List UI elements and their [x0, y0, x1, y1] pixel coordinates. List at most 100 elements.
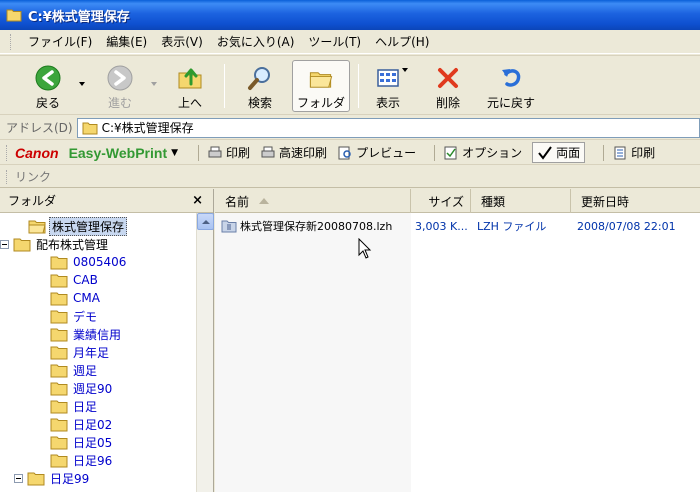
- tree-item[interactable]: 日足05: [50, 433, 114, 451]
- undo-label: 元に戻す: [486, 96, 535, 110]
- close-icon[interactable]: ×: [192, 193, 203, 208]
- column-header-type[interactable]: 種類: [471, 189, 571, 213]
- menu-help[interactable]: ヘルプ(H): [368, 33, 436, 50]
- address-label: アドレス(D): [6, 121, 73, 135]
- tree-item-label: 週足90: [73, 381, 113, 396]
- folder-icon: [50, 310, 68, 323]
- title-bar: C:¥株式管理保存: [0, 0, 700, 30]
- links-bar: リンク: [0, 166, 700, 188]
- print-settings-label: 印刷: [631, 146, 656, 160]
- forward-dropdown-arrow[interactable]: [151, 82, 157, 86]
- file-row[interactable]: 株式管理保存新20080708.lzh 3,003 K... LZH ファイル …: [215, 217, 700, 235]
- up-label: 上へ: [177, 96, 202, 110]
- folder-icon: [50, 274, 68, 287]
- tree-item[interactable]: CMA: [50, 289, 102, 307]
- column-header-size[interactable]: サイズ: [411, 189, 471, 213]
- mouse-cursor-icon: [358, 238, 372, 259]
- sort-ascending-icon: [259, 198, 270, 204]
- duplex-button[interactable]: 両面: [532, 142, 586, 163]
- scroll-up-icon[interactable]: [197, 213, 214, 230]
- tree-item[interactable]: CAB: [50, 271, 100, 289]
- back-button[interactable]: 戻る: [28, 60, 68, 112]
- links-grip: [6, 169, 9, 184]
- open-folder-icon: [28, 220, 46, 233]
- view-dropdown-arrow[interactable]: [402, 68, 408, 72]
- tree-item[interactable]: デモ: [50, 307, 99, 325]
- options-button[interactable]: オプション: [443, 144, 522, 161]
- tree-item[interactable]: 週足: [50, 361, 99, 379]
- forward-arrow-icon: [107, 65, 133, 91]
- tree-item[interactable]: 日足02: [50, 415, 114, 433]
- forward-button[interactable]: 進む: [100, 60, 140, 112]
- undo-icon: [502, 69, 521, 87]
- print-settings-button[interactable]: 印刷: [612, 144, 655, 161]
- standard-toolbar: 戻る 進む 上へ 検索 フォルダ 表示 削除 元に戻す: [0, 55, 700, 115]
- menu-bar: ファイル(F) 編集(E) 表示(V) お気に入り(A) ツール(T) ヘルプ(…: [0, 30, 700, 54]
- folder-icon: [50, 400, 68, 413]
- options-icon: [444, 146, 457, 159]
- options-label: オプション: [462, 146, 523, 160]
- folders-button[interactable]: フォルダ: [292, 60, 350, 112]
- tree-item[interactable]: 日足: [50, 397, 99, 415]
- tree-item[interactable]: 週足90: [50, 379, 114, 397]
- menu-file[interactable]: ファイル(F): [21, 33, 99, 50]
- tree-item[interactable]: 業績信用: [50, 325, 123, 343]
- lzh-archive-icon: [221, 220, 237, 233]
- up-button[interactable]: 上へ: [170, 60, 210, 112]
- file-list-header: 名前 サイズ 種類 更新日時: [215, 189, 700, 213]
- print-label: 印刷: [226, 146, 251, 160]
- menu-grip: [10, 33, 13, 50]
- print-settings-icon: [614, 146, 626, 159]
- folder-pane: フォルダ × 株式管理保存 配布株式管理 0805406 CAB CMA デモ 業績信用 月年…: [0, 189, 214, 492]
- tree-item-label: 週足: [73, 363, 98, 378]
- view-icon: [377, 69, 399, 87]
- address-bar: アドレス(D) C:¥株式管理保存: [0, 116, 700, 140]
- column-header-modified[interactable]: 更新日時: [571, 189, 700, 213]
- search-label: 検索: [247, 96, 272, 110]
- back-dropdown-arrow[interactable]: [79, 82, 85, 86]
- fast-print-label: 高速印刷: [279, 146, 328, 160]
- tree-item[interactable]: 株式管理保存: [28, 216, 128, 236]
- tree-item[interactable]: 月年足: [50, 343, 111, 361]
- toolbar-separator: [224, 64, 225, 108]
- folder-pane-scrollbar[interactable]: [196, 213, 214, 492]
- canon-grip: [6, 144, 9, 161]
- tree-collapse-icon[interactable]: [14, 473, 23, 483]
- column-header-name[interactable]: 名前: [215, 189, 411, 213]
- fast-printer-icon: [261, 146, 275, 157]
- tree-item-label: 業績信用: [73, 327, 122, 342]
- menu-tools[interactable]: ツール(T): [301, 33, 368, 50]
- easy-webprint-button[interactable]: Easy-WebPrint: [69, 145, 168, 161]
- preview-label: プレビュー: [356, 146, 417, 160]
- tree-item[interactable]: 日足96: [50, 451, 114, 469]
- undo-button[interactable]: 元に戻す: [484, 60, 538, 112]
- tree-item-label: 株式管理保存: [49, 216, 128, 236]
- address-value: C:¥株式管理保存: [101, 121, 194, 135]
- preview-button[interactable]: プレビュー: [337, 144, 416, 161]
- sorted-column-highlight: [215, 213, 411, 492]
- links-label[interactable]: リンク: [15, 168, 51, 185]
- folder-icon: [27, 472, 45, 485]
- canon-separator: [603, 144, 605, 161]
- folder-icon: [50, 292, 68, 305]
- delete-button[interactable]: 削除: [428, 60, 468, 112]
- tree-item-label: 日足96: [73, 453, 113, 468]
- menu-edit[interactable]: 編集(E): [99, 33, 154, 50]
- easy-webprint-dropdown-icon[interactable]: ▼: [171, 148, 178, 158]
- file-type: LZH ファイル: [477, 220, 547, 233]
- tree-item[interactable]: 日足99: [14, 469, 91, 487]
- print-button[interactable]: 印刷: [207, 144, 250, 161]
- tree-item[interactable]: 0805406: [50, 253, 128, 271]
- tree-item[interactable]: 配布株式管理: [0, 235, 110, 253]
- folder-icon: [82, 122, 98, 134]
- tree-collapse-icon[interactable]: [0, 239, 9, 249]
- search-button[interactable]: 検索: [238, 60, 282, 112]
- file-name-cell[interactable]: 株式管理保存新20080708.lzh: [221, 217, 392, 235]
- menu-view[interactable]: 表示(V): [154, 33, 210, 50]
- fast-print-button[interactable]: 高速印刷: [260, 144, 327, 161]
- menu-favorites[interactable]: お気に入り(A): [210, 33, 302, 50]
- tree-item-label: 日足05: [73, 435, 113, 450]
- back-arrow-icon: [35, 65, 61, 91]
- address-input[interactable]: C:¥株式管理保存: [76, 117, 700, 138]
- column-size-label: サイズ: [428, 194, 464, 209]
